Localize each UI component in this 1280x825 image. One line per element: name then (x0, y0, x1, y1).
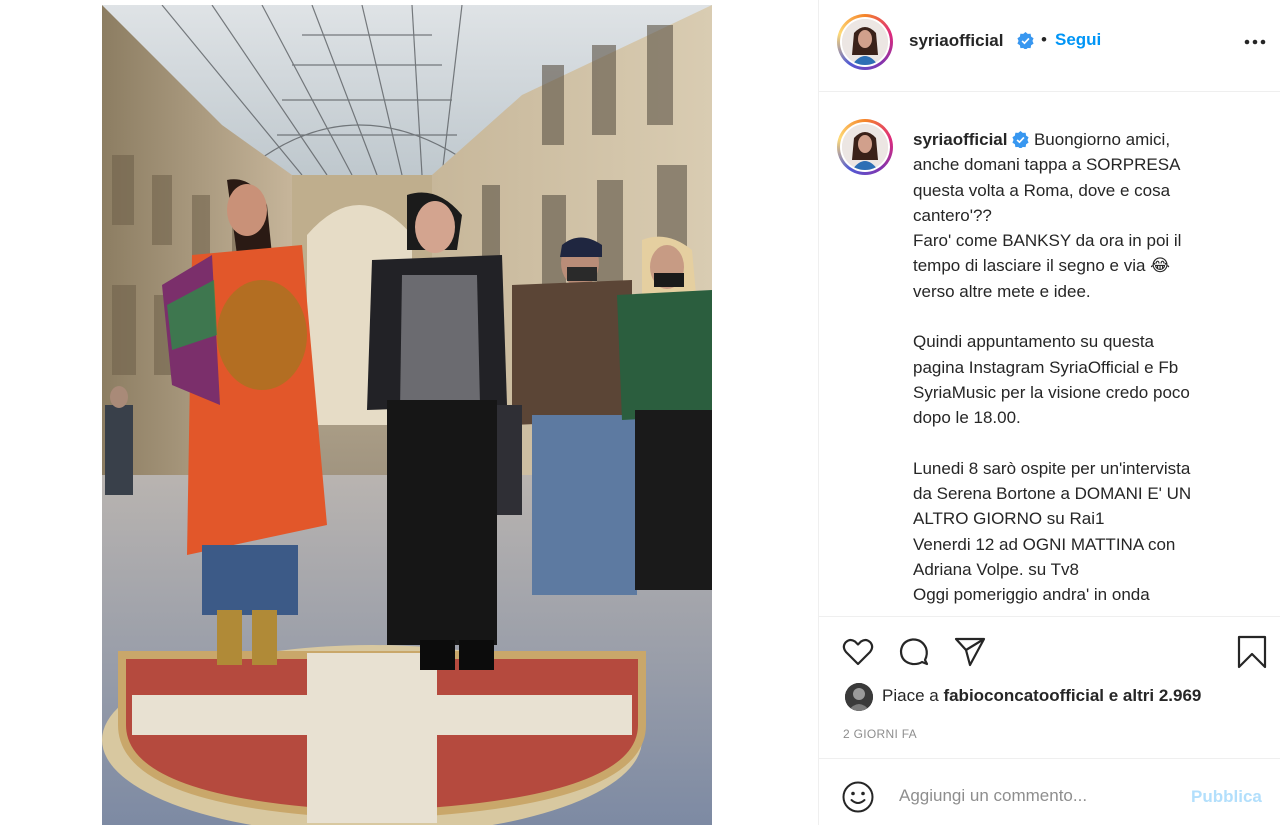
post-caption: syriaofficial Buongiorno amici, anche do… (913, 127, 1243, 608)
caption-author-avatar[interactable] (837, 119, 893, 175)
instagram-post-page: syriaofficial • Segui syriaofficial Buon… (0, 0, 1280, 825)
publish-button[interactable]: Pubblica (1191, 787, 1262, 807)
heart-icon[interactable] (841, 635, 875, 669)
post-timestamp[interactable]: 2 GIORNI FA (843, 727, 917, 741)
comments-section[interactable]: syriaofficial Buongiorno amici, anche do… (819, 93, 1280, 615)
more-options-icon[interactable] (1243, 38, 1267, 46)
likes-summary[interactable]: Piace a fabioconcatoofficial e altri 2.9… (882, 686, 1201, 706)
emoji-icon[interactable] (841, 780, 875, 814)
add-comment-bar: Pubblica (819, 758, 1280, 825)
caption-username[interactable]: syriaofficial (913, 130, 1008, 149)
likes-user[interactable]: fabioconcatoofficial (943, 686, 1104, 705)
avatar-portrait-icon (842, 124, 888, 170)
galleria-photo-illustration (102, 5, 712, 825)
follow-button[interactable]: Segui (1055, 30, 1101, 50)
likes-suffix[interactable]: e altri 2.969 (1104, 686, 1202, 705)
verified-badge-icon (1017, 32, 1034, 50)
avatar-portrait-icon (842, 19, 888, 65)
post-side-panel: syriaofficial • Segui syriaofficial Buon… (818, 0, 1280, 825)
header-separator: • (1041, 30, 1047, 49)
caption-text: Buongiorno amici, anche domani tappa a S… (913, 130, 1192, 605)
verified-badge-icon (1012, 130, 1029, 149)
comment-input[interactable] (899, 781, 1179, 811)
author-avatar[interactable] (837, 14, 893, 70)
post-actions: Piace a fabioconcatoofficial e altri 2.9… (819, 616, 1280, 761)
liker-avatar[interactable] (845, 683, 873, 711)
person-black-jacket (367, 192, 507, 670)
author-username[interactable]: syriaofficial (909, 31, 1004, 51)
post-photo[interactable] (102, 5, 712, 825)
post-header: syriaofficial • Segui (819, 0, 1280, 92)
share-icon[interactable] (953, 635, 987, 669)
bookmark-icon[interactable] (1235, 635, 1269, 669)
comment-icon[interactable] (897, 635, 931, 669)
likes-prefix: Piace a (882, 686, 944, 705)
